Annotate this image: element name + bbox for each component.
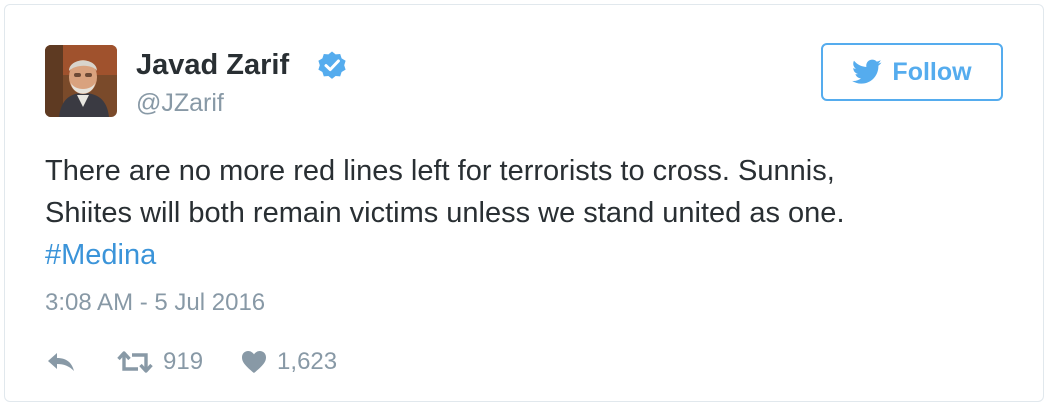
verified-badge-icon	[318, 51, 346, 79]
hashtag-link[interactable]: #Medina	[45, 239, 156, 271]
follow-button[interactable]: Follow	[821, 43, 1003, 101]
like-button[interactable]: 1,623	[241, 348, 337, 376]
tweet-text-line: There are no more red lines left for ter…	[45, 155, 835, 187]
follow-label: Follow	[892, 57, 972, 86]
tweet-text: There are no more red lines left for ter…	[45, 150, 1005, 276]
heart-icon	[242, 351, 267, 373]
action-bar: 919 1,623	[45, 344, 337, 380]
retweet-icon	[117, 351, 153, 373]
display-name[interactable]: Javad Zarif	[136, 47, 289, 83]
tweet-text-line: Shiites will both remain victims unless …	[45, 197, 845, 229]
twitter-bird-icon	[852, 59, 882, 84]
reply-button[interactable]	[45, 350, 77, 374]
tweet-card: Javad Zarif @JZarif Follow There are no …	[4, 4, 1044, 402]
like-count: 1,623	[277, 348, 338, 375]
retweet-button[interactable]: 919	[117, 348, 203, 376]
avatar[interactable]	[45, 45, 117, 117]
user-handle[interactable]: @JZarif	[136, 87, 224, 119]
retweet-count: 919	[163, 348, 204, 375]
timestamp[interactable]: 3:08 AM - 5 Jul 2016	[45, 287, 265, 319]
reply-icon	[48, 353, 74, 371]
